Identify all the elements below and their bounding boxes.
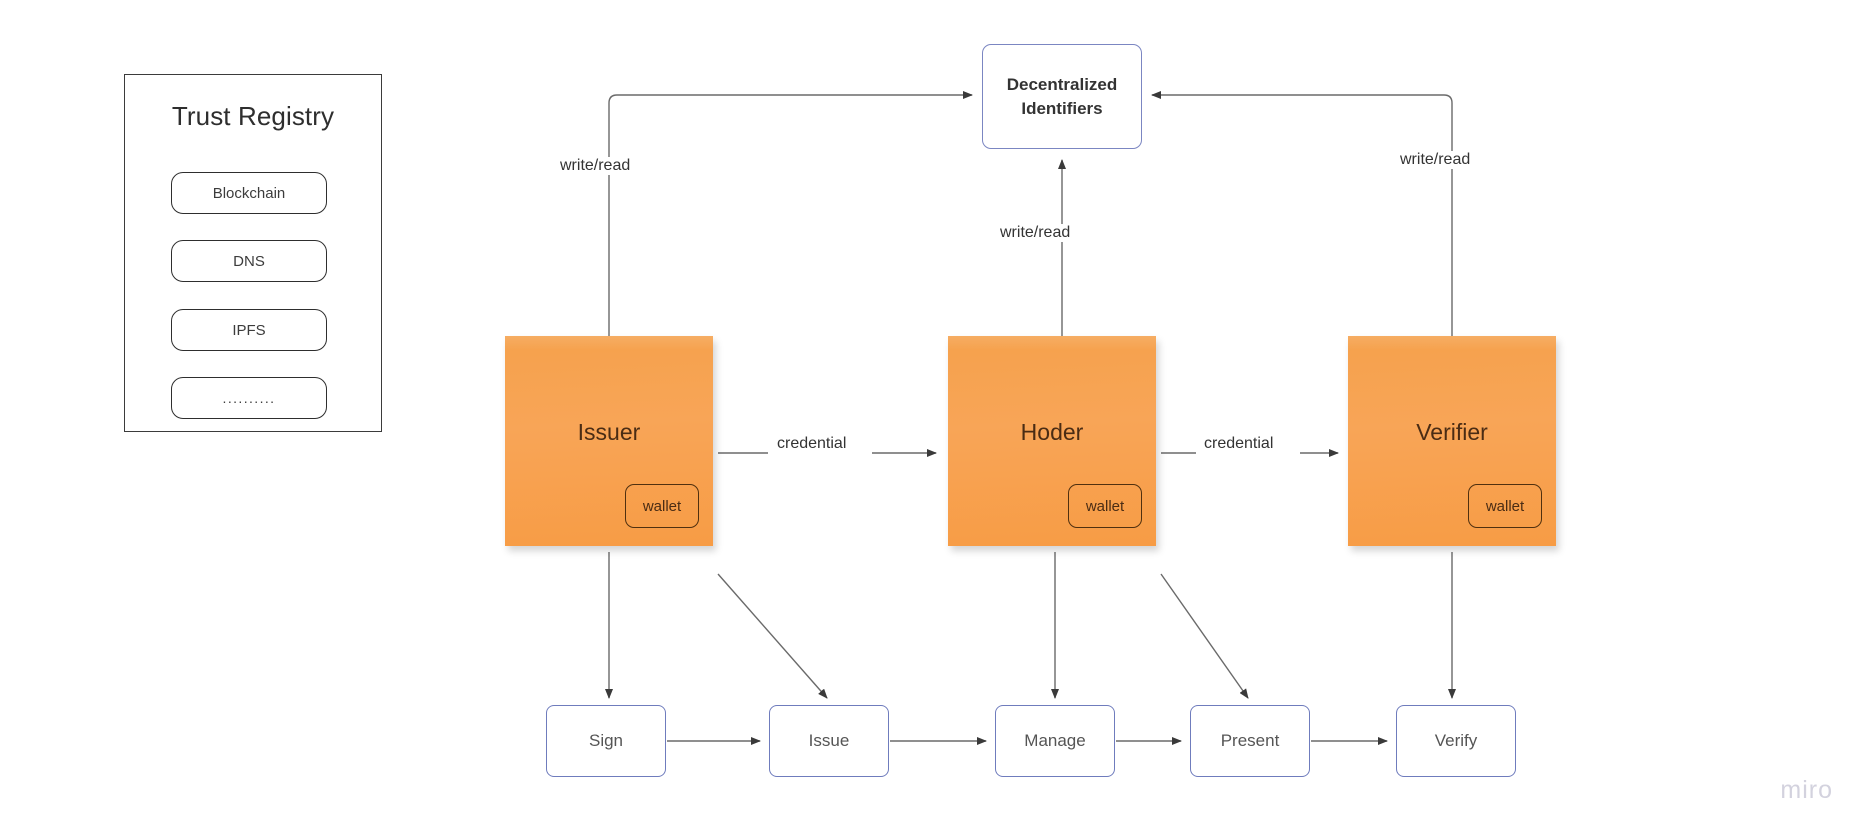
registry-item-more[interactable]: .......... xyxy=(171,377,327,419)
did-line-2: Identifiers xyxy=(1021,98,1103,118)
sticky-note-label: Issuer xyxy=(577,419,641,445)
did-line-1: Decentralized xyxy=(1006,75,1118,95)
process-box-sign[interactable]: Sign xyxy=(546,705,666,777)
sticky-note-label: Verifier xyxy=(1416,419,1488,445)
process-box-manage[interactable]: Manage xyxy=(995,705,1115,777)
process-box-label: Sign xyxy=(588,731,624,750)
registry-item-label: IPFS xyxy=(232,321,266,339)
registry-item-label: Blockchain xyxy=(212,184,286,202)
process-box-label: Verify xyxy=(1434,731,1478,750)
miro-watermark: miro xyxy=(1780,776,1833,804)
process-box-verify[interactable]: Verify xyxy=(1396,705,1516,777)
registry-item-blockchain[interactable]: Blockchain xyxy=(171,172,327,214)
edge-label-write-read-middle: write/read xyxy=(996,224,1075,242)
diagram-canvas: Trust Registry Blockchain DNS IPFS .....… xyxy=(0,0,1865,837)
process-box-present[interactable]: Present xyxy=(1190,705,1310,777)
edge-issuer-to-issue xyxy=(717,573,828,699)
sticky-note-holder[interactable]: Hoder wallet xyxy=(948,336,1156,546)
trust-registry-title: Trust Registry xyxy=(171,101,335,131)
did-box-text: Decentralized Identifiers xyxy=(1007,73,1118,120)
sticky-note-verifier[interactable]: Verifier wallet xyxy=(1348,336,1556,546)
sticky-note-label: Hoder xyxy=(1020,419,1084,445)
edge-label-write-read-right: write/read xyxy=(1396,151,1475,169)
trust-registry-panel: Trust Registry Blockchain DNS IPFS .....… xyxy=(124,74,382,432)
wallet-badge-issuer[interactable]: wallet xyxy=(625,484,699,528)
registry-item-dns[interactable]: DNS xyxy=(171,240,327,282)
wallet-label: wallet xyxy=(1085,497,1125,515)
edge-holder-to-present xyxy=(1160,573,1249,699)
wallet-label: wallet xyxy=(1485,497,1525,515)
wallet-label: wallet xyxy=(642,497,682,515)
decentralized-identifiers-box[interactable]: Decentralized Identifiers xyxy=(982,44,1142,149)
registry-item-ipfs[interactable]: IPFS xyxy=(171,309,327,351)
process-box-label: Manage xyxy=(1024,731,1086,750)
edge-verifier-to-did xyxy=(1151,91,1453,336)
wallet-badge-holder[interactable]: wallet xyxy=(1068,484,1142,528)
edge-label-credential-1: credential xyxy=(773,435,851,453)
sticky-note-issuer[interactable]: Issuer wallet xyxy=(505,336,713,546)
registry-item-label: .......... xyxy=(222,390,276,406)
process-box-label: Present xyxy=(1220,731,1280,750)
wallet-badge-verifier[interactable]: wallet xyxy=(1468,484,1542,528)
edge-label-write-read-left: write/read xyxy=(556,157,635,175)
process-box-label: Issue xyxy=(808,731,850,750)
edge-label-credential-2: credential xyxy=(1200,435,1278,453)
process-box-issue[interactable]: Issue xyxy=(769,705,889,777)
registry-item-label: DNS xyxy=(233,252,265,270)
edge-issuer-to-did xyxy=(608,91,973,336)
